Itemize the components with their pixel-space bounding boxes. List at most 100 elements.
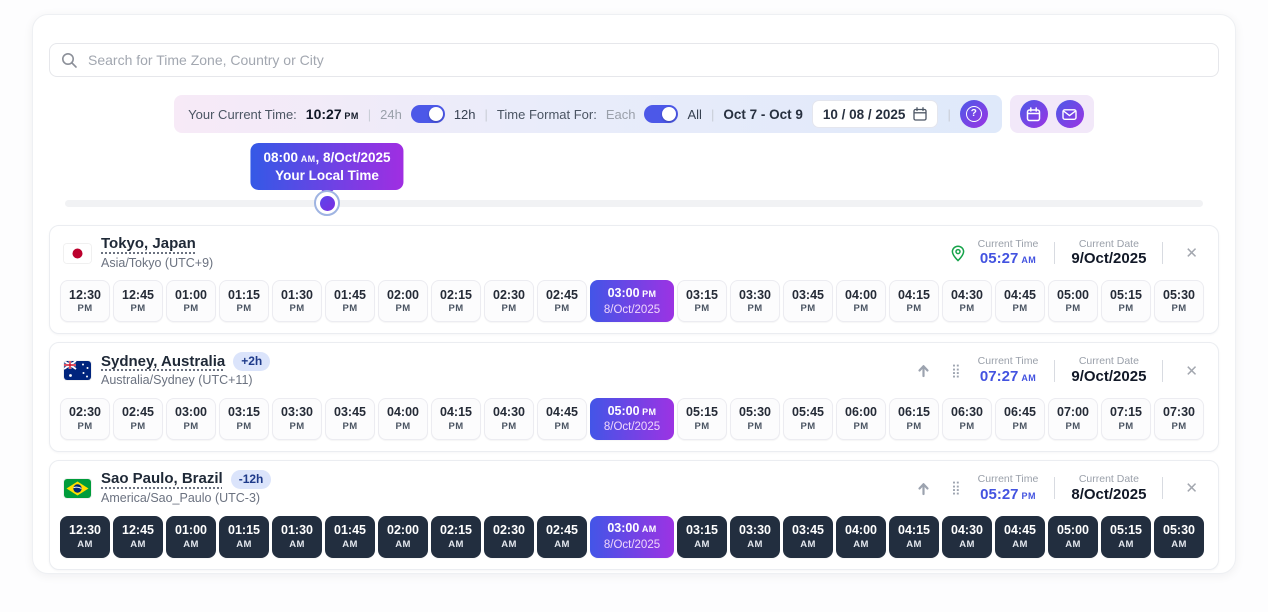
- current-time-stat: Current Time07:27 AM: [978, 355, 1039, 386]
- email-button[interactable]: [1056, 100, 1084, 128]
- slot-meridiem: PM: [800, 421, 815, 433]
- time-slot[interactable]: 05:00AM: [1048, 516, 1098, 558]
- slot-time: 02:30: [493, 523, 525, 539]
- time-slot[interactable]: 05:30AM: [1154, 516, 1204, 558]
- time-slot[interactable]: 01:30AM: [272, 516, 322, 558]
- remove-timezone-button[interactable]: ✕: [1179, 242, 1204, 264]
- slot-time: 02:45: [546, 523, 578, 539]
- time-slot[interactable]: 04:45PM: [995, 280, 1045, 322]
- time-slot[interactable]: 02:30PM: [484, 280, 534, 322]
- calendar-event-button[interactable]: [1020, 100, 1048, 128]
- time-slot[interactable]: 01:15AM: [219, 516, 269, 558]
- time-slot[interactable]: 02:00PM: [378, 280, 428, 322]
- slot-meridiem: PM: [448, 303, 463, 315]
- slot-meridiem: PM: [395, 421, 410, 433]
- time-slot[interactable]: 04:45AM: [995, 516, 1045, 558]
- time-slider-track[interactable]: [65, 200, 1203, 207]
- selected-time-slot[interactable]: 05:00 PM8/Oct/2025: [590, 398, 674, 440]
- time-slot[interactable]: 03:45PM: [325, 398, 375, 440]
- time-slot[interactable]: 06:30PM: [942, 398, 992, 440]
- selected-time-slot[interactable]: 03:00 AM8/Oct/2025: [590, 516, 674, 558]
- city-name[interactable]: Tokyo, Japan: [101, 235, 196, 254]
- time-slot[interactable]: 03:45PM: [783, 280, 833, 322]
- brazil-flag-icon: [64, 479, 91, 498]
- time-slot[interactable]: 01:45AM: [325, 516, 375, 558]
- time-slot[interactable]: 04:30PM: [942, 280, 992, 322]
- time-slot[interactable]: 02:15AM: [431, 516, 481, 558]
- time-slot[interactable]: 06:15PM: [889, 398, 939, 440]
- time-slider-handle[interactable]: [314, 190, 340, 216]
- search-input[interactable]: [49, 43, 1219, 77]
- time-slot[interactable]: 05:15PM: [677, 398, 727, 440]
- selected-time-slot[interactable]: 03:00 PM8/Oct/2025: [590, 280, 674, 322]
- move-up-button[interactable]: [914, 479, 933, 498]
- time-slot[interactable]: 03:15AM: [677, 516, 727, 558]
- time-slot[interactable]: 02:30PM: [60, 398, 110, 440]
- time-slot[interactable]: 01:00PM: [166, 280, 216, 322]
- hour-format-toggle[interactable]: [411, 105, 445, 123]
- slot-meridiem: AM: [448, 539, 464, 551]
- time-slot[interactable]: 01:15PM: [219, 280, 269, 322]
- time-slot[interactable]: 04:15AM: [889, 516, 939, 558]
- time-slot[interactable]: 03:45AM: [783, 516, 833, 558]
- date-picker-input[interactable]: 10 / 08 / 2025: [812, 100, 939, 128]
- time-slot[interactable]: 03:30PM: [730, 280, 780, 322]
- slot-time: 05:00 PM: [608, 404, 657, 420]
- time-slot[interactable]: 03:30AM: [730, 516, 780, 558]
- time-slot[interactable]: 06:00PM: [836, 398, 886, 440]
- time-slot[interactable]: 12:30PM: [60, 280, 110, 322]
- time-slot[interactable]: 02:45PM: [113, 398, 163, 440]
- drag-handle-icon[interactable]: ⣿: [951, 363, 960, 379]
- format-scope-toggle[interactable]: [644, 105, 678, 123]
- time-slot[interactable]: 02:45PM: [537, 280, 587, 322]
- slot-time: 03:30: [739, 523, 771, 539]
- slot-meridiem: PM: [853, 303, 868, 315]
- timezone-row-header: Sydney, Australia+2hAustralia/Sydney (UT…: [60, 352, 1208, 389]
- city-name[interactable]: Sydney, Australia: [101, 353, 225, 372]
- time-slot[interactable]: 01:30PM: [272, 280, 322, 322]
- time-slot[interactable]: 02:15PM: [431, 280, 481, 322]
- time-slot[interactable]: 04:30PM: [484, 398, 534, 440]
- time-slot[interactable]: 07:15PM: [1101, 398, 1151, 440]
- time-slot[interactable]: 06:45PM: [995, 398, 1045, 440]
- time-slot[interactable]: 01:45PM: [325, 280, 375, 322]
- slot-meridiem: AM: [130, 539, 146, 551]
- time-slot[interactable]: 02:00AM: [378, 516, 428, 558]
- time-slot[interactable]: 04:15PM: [431, 398, 481, 440]
- help-button[interactable]: ?: [960, 100, 988, 128]
- time-slot[interactable]: 04:30AM: [942, 516, 992, 558]
- time-slot[interactable]: 02:30AM: [484, 516, 534, 558]
- city-name[interactable]: Sao Paulo, Brazil: [101, 470, 223, 489]
- time-slot[interactable]: 05:30PM: [730, 398, 780, 440]
- move-up-button[interactable]: [914, 361, 933, 380]
- time-slot[interactable]: 02:45AM: [537, 516, 587, 558]
- time-slot[interactable]: 12:30AM: [60, 516, 110, 558]
- slot-time: 06:15: [898, 405, 930, 421]
- time-slot[interactable]: 03:30PM: [272, 398, 322, 440]
- time-slot[interactable]: 05:30PM: [1154, 280, 1204, 322]
- time-slot[interactable]: 12:45PM: [113, 280, 163, 322]
- time-slot[interactable]: 04:45PM: [537, 398, 587, 440]
- time-slot[interactable]: 03:00PM: [166, 398, 216, 440]
- time-slot[interactable]: 05:45PM: [783, 398, 833, 440]
- time-slot[interactable]: 05:00PM: [1048, 280, 1098, 322]
- remove-timezone-button[interactable]: ✕: [1179, 360, 1204, 382]
- time-slot[interactable]: 12:45AM: [113, 516, 163, 558]
- slot-meridiem: PM: [554, 421, 569, 433]
- time-slot[interactable]: 07:30PM: [1154, 398, 1204, 440]
- time-slot[interactable]: 07:00PM: [1048, 398, 1098, 440]
- time-slot[interactable]: 04:00PM: [836, 280, 886, 322]
- time-slot[interactable]: 04:15PM: [889, 280, 939, 322]
- slot-meridiem: AM: [1118, 539, 1134, 551]
- time-slot[interactable]: 05:15PM: [1101, 280, 1151, 322]
- drag-handle-icon[interactable]: ⣿: [951, 480, 960, 496]
- time-slot[interactable]: 01:00AM: [166, 516, 216, 558]
- time-slot[interactable]: 05:15AM: [1101, 516, 1151, 558]
- slot-time: 01:30: [281, 288, 313, 304]
- time-slot[interactable]: 03:15PM: [219, 398, 269, 440]
- remove-timezone-button[interactable]: ✕: [1179, 477, 1204, 499]
- option-12h-label: 12h: [454, 107, 476, 122]
- time-slot[interactable]: 03:15PM: [677, 280, 727, 322]
- time-slot[interactable]: 04:00AM: [836, 516, 886, 558]
- time-slot[interactable]: 04:00PM: [378, 398, 428, 440]
